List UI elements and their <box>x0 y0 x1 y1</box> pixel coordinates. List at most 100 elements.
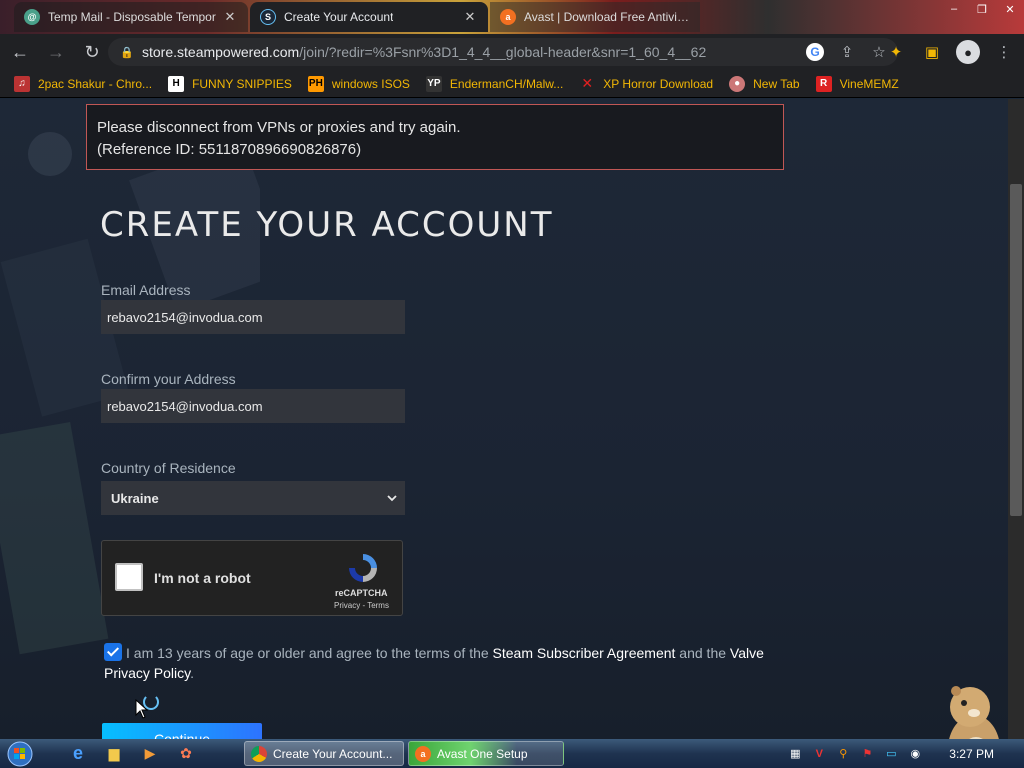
bookmark-funny-snippies[interactable]: H FUNNY SNIPPIES <box>168 75 292 92</box>
x-icon: ✕ <box>581 75 594 91</box>
confirm-email-field[interactable]: rebavo2154@invodua.com <box>101 389 405 423</box>
page-scrollbar[interactable] <box>1008 99 1024 739</box>
back-icon[interactable]: ← <box>4 36 36 68</box>
google-icon[interactable]: G <box>806 43 824 61</box>
bookmark-label: New Tab <box>753 76 800 91</box>
r-icon: R <box>815 75 832 92</box>
recaptcha-checkbox[interactable] <box>115 563 143 591</box>
bookmark-label: VineMEMZ <box>839 76 899 91</box>
agree-text-2: and the <box>675 645 730 661</box>
task-label: Avast One Setup <box>437 746 528 761</box>
tab-label: Temp Mail - Disposable Tempor <box>48 10 216 24</box>
error-reference-id: (Reference ID: 5511870896690826876) <box>97 141 362 158</box>
steam-subscriber-agreement-link[interactable]: Steam Subscriber Agreement <box>493 645 676 661</box>
bookmark-enderman[interactable]: YP EndermanCH/Malw... <box>425 75 564 92</box>
side-panel-icon[interactable]: ▣ <box>920 40 944 64</box>
antivirus-icon[interactable]: V <box>811 746 827 762</box>
browser-toolbar: ← → ↻ 🔒 store.steampowered.com/join/?red… <box>0 34 1024 70</box>
bookmark-new-tab[interactable]: ● New Tab <box>729 75 800 92</box>
media-player-icon[interactable]: ▶ <box>132 741 168 767</box>
chrome-icon <box>251 745 267 762</box>
bookmark-vinememz[interactable]: R VineMEMZ <box>815 75 899 92</box>
hamster-desktop-pet-icon[interactable] <box>940 679 1006 739</box>
bookmark-label: 2pac Shakur - Chro... <box>38 76 153 91</box>
scrollbar-thumb[interactable] <box>1010 184 1022 516</box>
steam-favicon-icon: S <box>260 9 276 25</box>
page-title: CREATE YOUR ACCOUNT <box>100 205 554 245</box>
ph-icon: PH <box>307 75 324 92</box>
bookmark-2pac[interactable]: ♫ 2pac Shakur - Chro... <box>14 75 153 92</box>
country-value: Ukraine <box>111 490 159 506</box>
recaptcha-logo-icon <box>349 554 377 582</box>
country-select[interactable]: Ukraine <box>101 481 405 515</box>
taskbar-chrome-window[interactable]: Create Your Account... <box>244 741 404 766</box>
toolbar-actions: ✦ ▣ ● ⋮ <box>884 40 1016 64</box>
bookmark-xp-horror[interactable]: ✕ XP Horror Download <box>579 75 713 92</box>
paint-icon[interactable]: ✿ <box>168 741 204 767</box>
avast-icon: a <box>415 745 431 762</box>
close-tab-icon[interactable]: ✕ <box>462 9 478 25</box>
tempmail-favicon-icon: @ <box>24 9 40 25</box>
share-icon[interactable]: ⇪ <box>838 43 856 61</box>
internet-explorer-icon[interactable]: e <box>60 741 96 767</box>
reload-icon[interactable]: ↻ <box>76 36 108 68</box>
vpn-error-message: Please disconnect from VPNs or proxies a… <box>86 104 784 170</box>
h-icon: H <box>168 75 185 92</box>
email-value: rebavo2154@invodua.com <box>107 309 263 325</box>
windows-taskbar: e ▆ ▶ ✿ Create Your Account... a Avast O… <box>0 739 1024 768</box>
agree-text-1: I am 13 years of age or older and agree … <box>126 645 493 661</box>
network-icon[interactable]: ▦ <box>787 746 803 762</box>
url-host: store.steampowered.com <box>142 44 300 60</box>
close-window-icon[interactable]: ✕ <box>996 0 1024 18</box>
close-tab-icon[interactable]: ✕ <box>222 9 238 25</box>
volume-icon[interactable]: ◉ <box>907 746 923 762</box>
folder-icon[interactable]: ▆ <box>96 741 132 767</box>
bookmark-label: windows ISOS <box>331 76 410 91</box>
start-button[interactable] <box>0 739 40 768</box>
agreement-text: I am 13 years of age or older and agree … <box>104 643 784 683</box>
bookmarks-bar: ♫ 2pac Shakur - Chro... H FUNNY SNIPPIES… <box>0 70 1024 98</box>
bookmark-windows-isos[interactable]: PH windows ISOS <box>307 75 410 92</box>
mouse-cursor-icon <box>135 699 149 719</box>
recaptcha-brand: reCAPTCHA <box>335 588 388 598</box>
agree-checkbox[interactable] <box>104 643 122 661</box>
confirm-email-value: rebavo2154@invodua.com <box>107 398 263 414</box>
chevron-down-icon <box>387 495 397 502</box>
tab-label: Create Your Account <box>284 10 394 24</box>
email-field[interactable]: rebavo2154@invodua.com <box>101 300 405 334</box>
error-line-1: Please disconnect from VPNs or proxies a… <box>97 119 461 136</box>
bookmark-label: FUNNY SNIPPIES <box>192 76 292 91</box>
recaptcha-privacy-terms[interactable]: Privacy - Terms <box>334 601 389 610</box>
system-tray: ▦ V ⚲ ⚑ ▭ ◉ 3:27 PM <box>787 739 1024 768</box>
address-bar[interactable]: 🔒 store.steampowered.com/join/?redir=%3F… <box>108 38 898 66</box>
flag-icon[interactable]: ⚑ <box>859 746 875 762</box>
tab-create-account[interactable]: S Create Your Account ✕ <box>250 2 488 32</box>
tab-avast[interactable]: a Avast | Download Free Antivirus <box>490 2 700 32</box>
profile-icon[interactable]: ● <box>956 40 980 64</box>
url-text[interactable]: store.steampowered.com/join/?redir=%3Fsn… <box>142 44 706 60</box>
steam-join-page: Please disconnect from VPNs or proxies a… <box>0 99 1008 739</box>
confirm-email-label: Confirm your Address <box>101 371 236 387</box>
minimize-icon[interactable]: – <box>940 0 968 18</box>
email-label: Email Address <box>101 282 191 298</box>
continue-button[interactable]: Continue <box>102 723 262 739</box>
url-path: /join/?redir=%3Fsnr%3D1_4_4__global-head… <box>299 44 707 60</box>
restore-icon[interactable]: ❐ <box>968 0 996 18</box>
task-label: Create Your Account... <box>273 746 393 761</box>
country-label: Country of Residence <box>101 460 236 476</box>
tab-label: Avast | Download Free Antivirus <box>524 10 690 24</box>
search-tray-icon[interactable]: ⚲ <box>835 746 851 762</box>
display-icon[interactable]: ▭ <box>883 746 899 762</box>
forward-icon[interactable]: → <box>40 36 72 68</box>
omnibox-actions: G ⇪ ☆ <box>806 43 888 61</box>
window-controls: – ❐ ✕ <box>940 0 1024 18</box>
newtab-icon: ● <box>729 75 746 92</box>
bookmark-label: EndermanCH/Malw... <box>449 76 564 91</box>
menu-icon[interactable]: ⋮ <box>992 40 1016 64</box>
taskbar-avast-window[interactable]: a Avast One Setup <box>408 741 564 766</box>
lock-icon[interactable]: 🔒 <box>120 46 134 59</box>
extensions-icon[interactable]: ✦ <box>884 40 908 64</box>
yt-icon: YP <box>425 75 442 92</box>
tab-temp-mail[interactable]: @ Temp Mail - Disposable Tempor ✕ <box>14 2 248 32</box>
clock: 3:27 PM <box>949 746 994 761</box>
